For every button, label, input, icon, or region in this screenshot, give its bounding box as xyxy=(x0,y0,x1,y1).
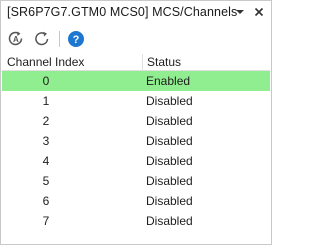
table-row[interactable]: 0 Enabled xyxy=(2,71,270,91)
table-body: 0 Enabled 1 Disabled 2 Disabled 3 Disabled 4 Disa… xyxy=(2,71,270,231)
channel-index-cell: 7 xyxy=(42,214,50,228)
toolbar: A ? xyxy=(1,25,271,53)
column-header-channel-index[interactable]: Channel Index xyxy=(7,55,84,69)
status-cell: Disabled xyxy=(146,114,193,128)
channel-index-cell: 5 xyxy=(42,174,50,188)
channel-index-cell: 1 xyxy=(42,94,50,108)
toolbar-separator xyxy=(59,31,60,47)
table-row[interactable]: 4 Disabled xyxy=(2,151,270,171)
status-cell: Disabled xyxy=(146,194,193,208)
column-divider[interactable] xyxy=(142,54,143,71)
status-cell: Enabled xyxy=(146,74,191,88)
mcs-channels-panel: [SR6P7G7.GTM0 MCS0] MCS/Channels A ? Cha… xyxy=(0,0,272,245)
window-title: [SR6P7G7.GTM0 MCS0] MCS/Channels xyxy=(7,5,238,19)
close-icon[interactable] xyxy=(250,3,268,21)
help-icon[interactable]: ? xyxy=(65,28,87,50)
svg-text:A: A xyxy=(13,35,19,44)
title-bar: [SR6P7G7.GTM0 MCS0] MCS/Channels xyxy=(1,1,271,25)
table-row[interactable]: 5 Disabled xyxy=(2,171,270,191)
table-row[interactable]: 6 Disabled xyxy=(2,191,270,211)
status-cell: Disabled xyxy=(146,214,193,228)
column-header-status[interactable]: Status xyxy=(147,55,181,69)
status-cell: Disabled xyxy=(146,174,193,188)
status-cell: Disabled xyxy=(146,94,193,108)
refresh-icon[interactable] xyxy=(31,28,53,50)
channel-index-cell: 3 xyxy=(42,134,50,148)
auto-refresh-icon[interactable]: A xyxy=(5,28,27,50)
channels-table: Channel Index Status 0 Enabled 1 Disabled 2 D… xyxy=(2,54,270,231)
svg-text:?: ? xyxy=(73,34,80,46)
table-row[interactable]: 3 Disabled xyxy=(2,131,270,151)
table-row[interactable]: 2 Disabled xyxy=(2,111,270,131)
channel-index-cell: 4 xyxy=(42,154,50,168)
pin-dropdown-icon[interactable] xyxy=(231,3,249,21)
channel-index-cell: 0 xyxy=(42,74,50,88)
status-cell: Disabled xyxy=(146,134,193,148)
channel-index-cell: 2 xyxy=(42,114,50,128)
table-row[interactable]: 7 Disabled xyxy=(2,211,270,231)
status-cell: Disabled xyxy=(146,154,193,168)
channel-index-cell: 6 xyxy=(42,194,50,208)
table-row[interactable]: 1 Disabled xyxy=(2,91,270,111)
table-header: Channel Index Status xyxy=(2,54,270,71)
